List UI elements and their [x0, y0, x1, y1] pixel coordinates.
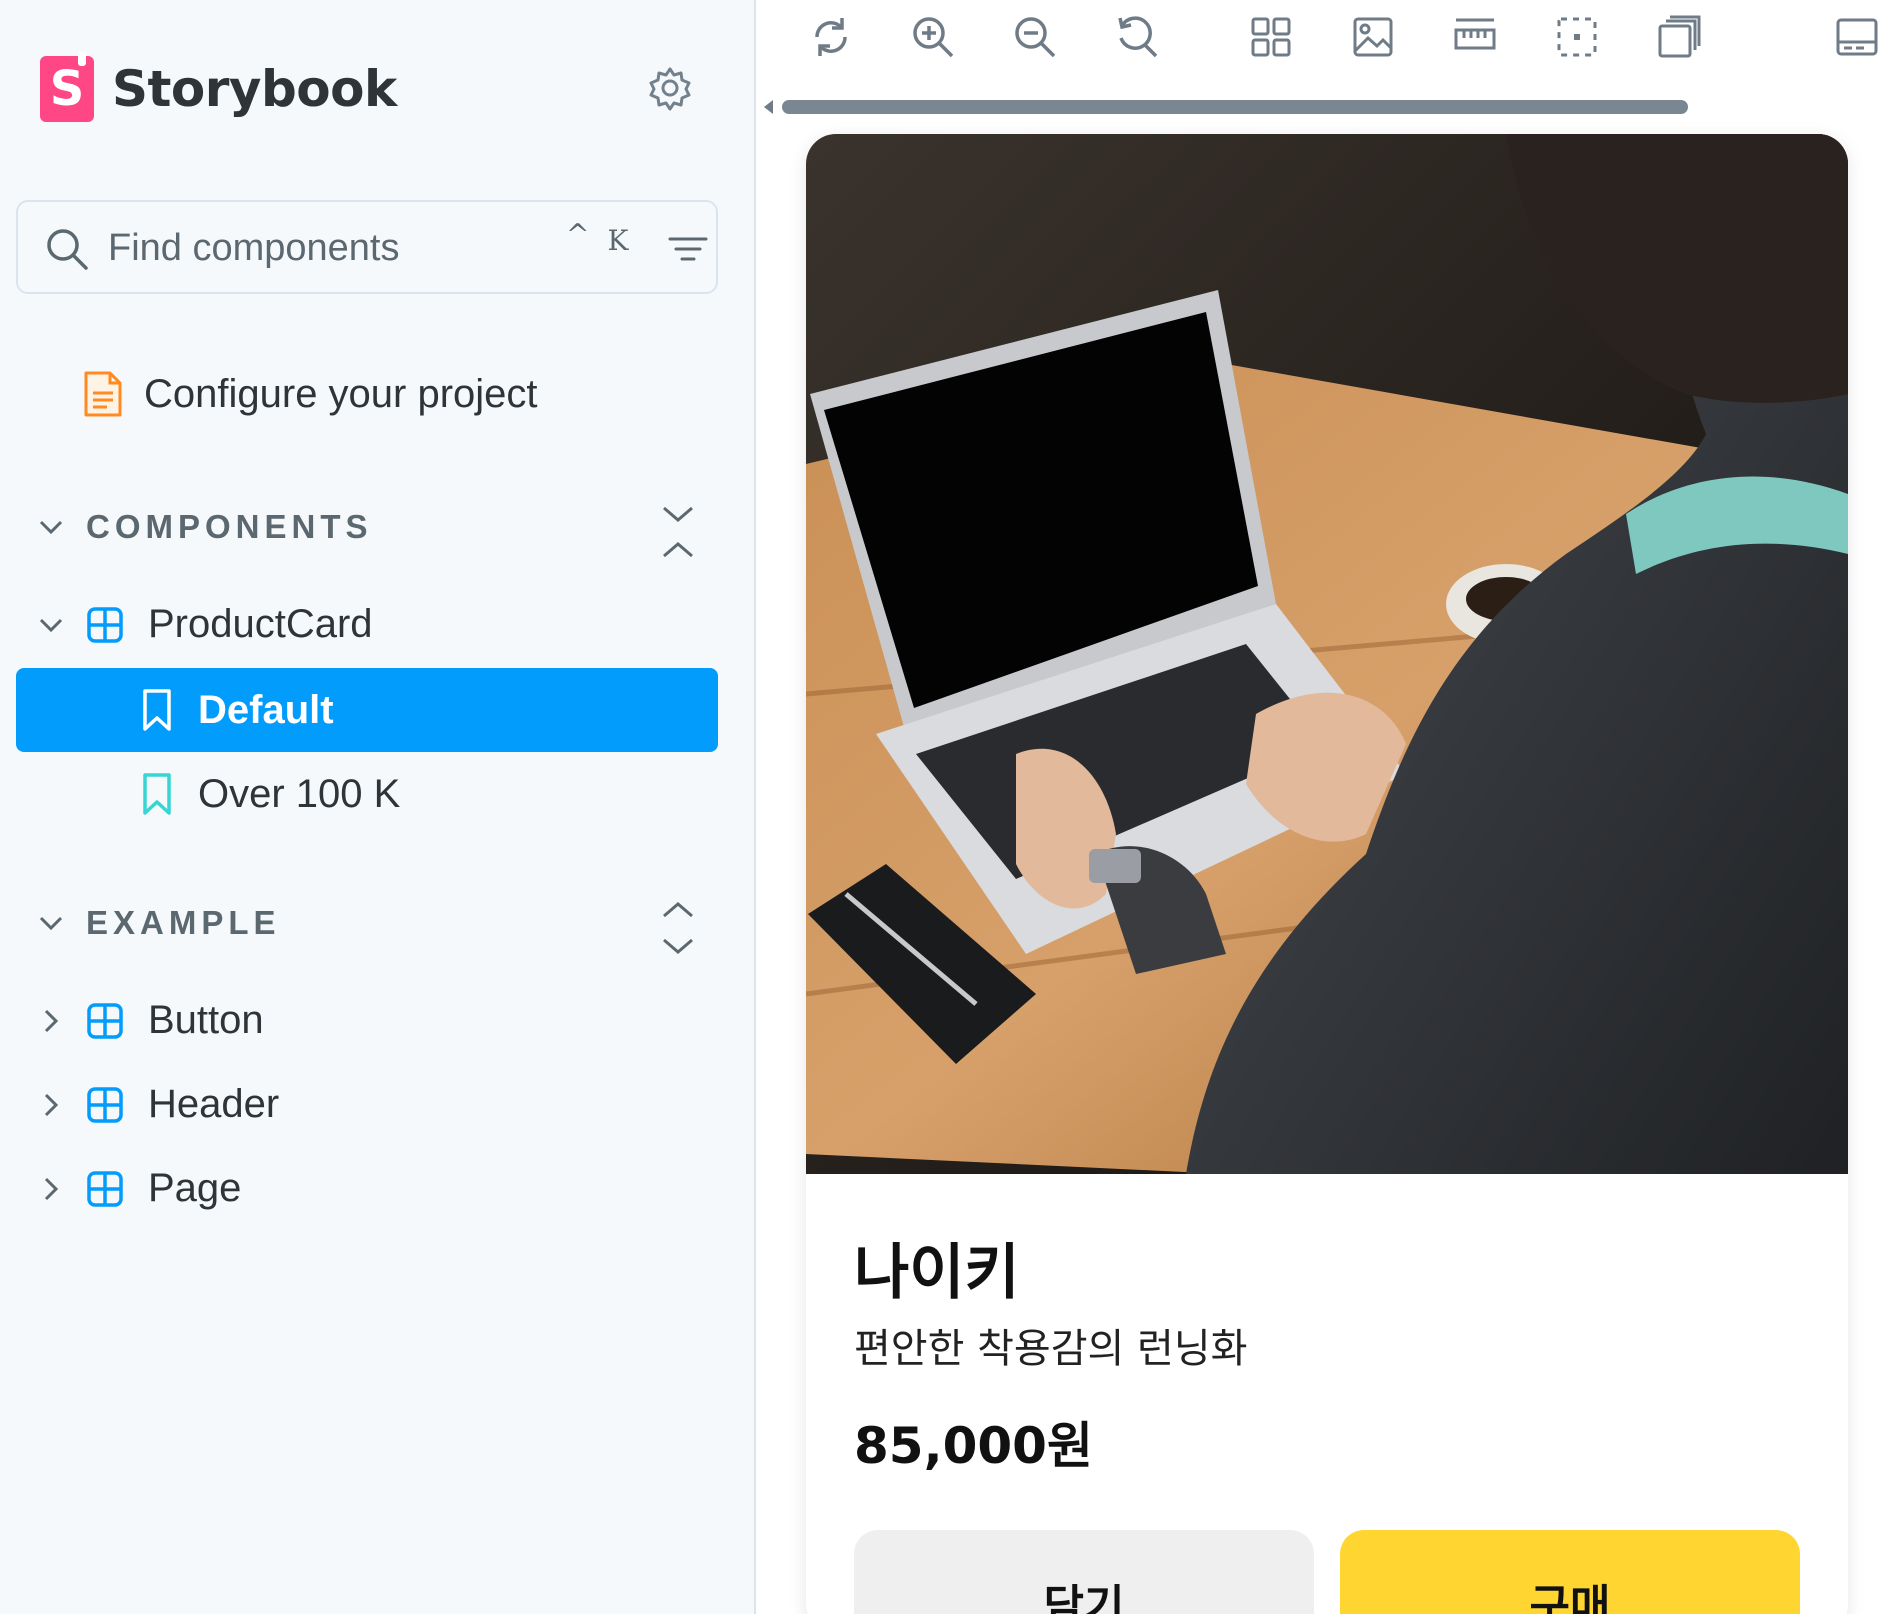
expand-all-icon[interactable]: [658, 900, 698, 956]
brand[interactable]: S Storybook: [40, 52, 397, 122]
product-price: 85,000원: [854, 1417, 1093, 1475]
chevron-down-icon: [39, 916, 63, 931]
gear-icon[interactable]: [646, 64, 694, 112]
tree-item-productcard[interactable]: ProductCard: [36, 602, 373, 647]
shortcut-modifier: ^: [566, 218, 590, 251]
product-description: 편안한 착용감의 런닝화: [854, 1326, 1248, 1372]
chevron-down-icon: [39, 618, 63, 632]
search-input[interactable]: [108, 224, 528, 272]
product-name: 나이키: [854, 1238, 1020, 1308]
configure-label: Configure your project: [144, 371, 538, 416]
document-icon: [84, 371, 122, 417]
tree-item-label: Header: [148, 1082, 280, 1126]
tree-item-label: ProductCard: [148, 602, 373, 646]
tree-item-page[interactable]: Page: [36, 1166, 241, 1211]
grid-icon[interactable]: [1248, 14, 1294, 60]
chevron-right-icon: [44, 1093, 59, 1116]
product-photo: [806, 134, 1848, 1174]
zoom-out-icon[interactable]: [1012, 14, 1058, 60]
preview-toolbar: [758, 0, 1880, 80]
filter-icon[interactable]: [666, 228, 710, 272]
tree-item-button[interactable]: Button: [36, 998, 264, 1043]
bookmark-icon: [143, 773, 171, 815]
shortcut-key: K: [607, 224, 629, 257]
story-item-over-100k[interactable]: Over 100 K: [16, 752, 718, 836]
measure-icon[interactable]: [1452, 14, 1498, 60]
buy-button[interactable]: 구매: [1340, 1530, 1800, 1614]
add-to-cart-button[interactable]: 담기: [854, 1530, 1314, 1614]
addons-panel-icon[interactable]: [1834, 14, 1880, 60]
configure-project-link[interactable]: Configure your project: [82, 370, 538, 418]
chevron-right-icon: [44, 1009, 59, 1032]
chevron-right-icon: [44, 1177, 59, 1200]
tree-item-label: Button: [148, 998, 264, 1042]
storybook-logo: S: [40, 52, 94, 122]
zoom-reset-icon[interactable]: [1114, 14, 1160, 60]
bookmark-icon: [143, 689, 171, 731]
section-example[interactable]: EXAMPLE: [36, 904, 281, 942]
search-icon: [47, 229, 88, 270]
brand-name: Storybook: [112, 60, 397, 118]
component-icon: [87, 606, 123, 643]
sidebar: S Storybook ^ K: [0, 0, 756, 1614]
chevron-down-icon: [39, 520, 63, 535]
outline-icon[interactable]: [1554, 14, 1600, 60]
search-shortcut: ^ K: [566, 218, 629, 257]
component-icon: [87, 1002, 123, 1039]
viewport-icon[interactable]: [1656, 14, 1702, 60]
horizontal-scrollbar[interactable]: [782, 100, 1688, 114]
storybook-app: S Storybook ^ K: [0, 0, 1880, 1614]
story-label: Default: [198, 687, 334, 732]
story-label: Over 100 K: [198, 771, 401, 816]
zoom-in-icon[interactable]: [910, 14, 956, 60]
tree-item-label: Page: [148, 1166, 242, 1210]
collapse-all-icon[interactable]: [658, 504, 698, 560]
tree-item-header[interactable]: Header: [36, 1082, 279, 1127]
component-icon: [87, 1086, 123, 1123]
section-title: COMPONENTS: [86, 508, 373, 545]
search-box: ^ K: [16, 200, 718, 294]
section-title: EXAMPLE: [86, 904, 281, 941]
reload-icon[interactable]: [808, 14, 854, 60]
scroll-left-arrow[interactable]: [764, 100, 773, 114]
section-components[interactable]: COMPONENTS: [36, 508, 373, 546]
story-item-default[interactable]: Default: [16, 668, 718, 752]
background-icon[interactable]: [1350, 14, 1396, 60]
component-icon: [87, 1170, 123, 1207]
product-card: 나이키 편안한 착용감의 런닝화 85,000원 담기 구매: [806, 134, 1848, 1614]
